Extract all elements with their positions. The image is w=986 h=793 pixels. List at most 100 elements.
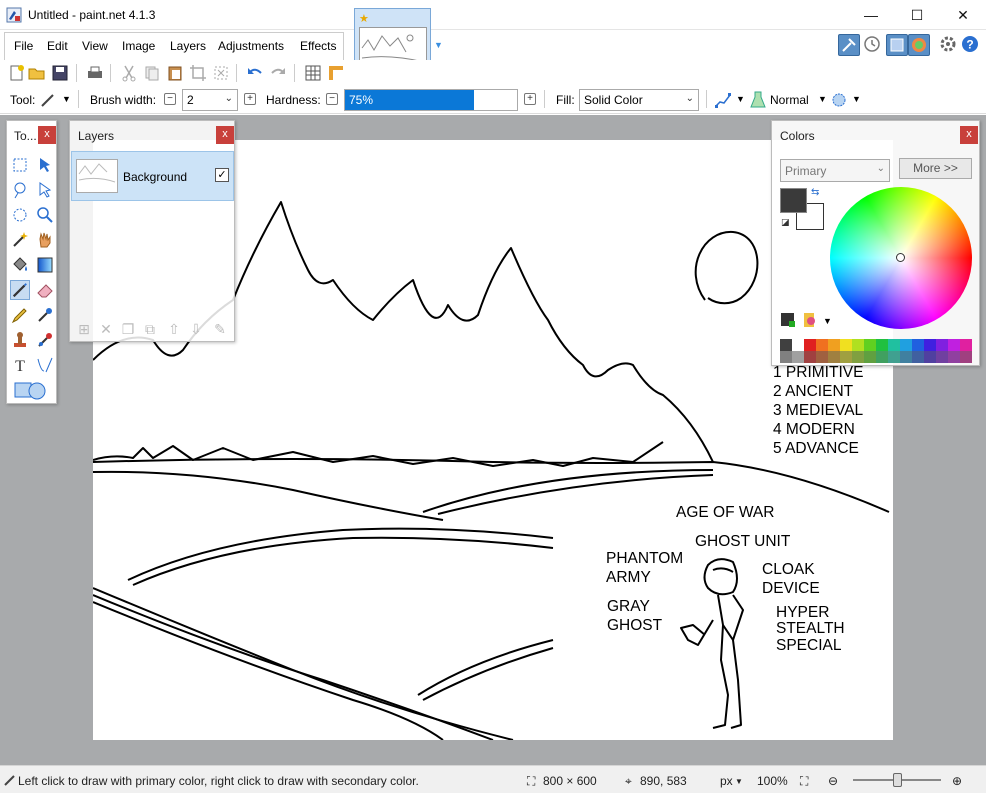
menu-image[interactable]: Image	[122, 39, 155, 53]
pencil-tool-icon[interactable]	[10, 305, 30, 325]
move-layer-up-icon[interactable]: ⇧	[166, 321, 182, 337]
merge-layer-down-icon[interactable]: ⧉	[142, 321, 158, 337]
palette-swatch[interactable]	[876, 339, 888, 351]
palette-swatch[interactable]	[888, 339, 900, 351]
palette-swatch[interactable]	[780, 351, 792, 363]
palette-swatch[interactable]	[864, 351, 876, 363]
palette-swatch[interactable]	[828, 339, 840, 351]
blend-mode-value[interactable]: Normal	[770, 93, 809, 107]
deselect-icon[interactable]	[212, 64, 230, 82]
delete-layer-icon[interactable]: ✕	[98, 321, 114, 337]
colors-panel-close-button[interactable]: x	[960, 126, 978, 144]
zoom-level-text[interactable]: 100%	[757, 774, 788, 788]
cut-icon[interactable]	[120, 64, 138, 82]
palette-swatch[interactable]	[840, 351, 852, 363]
palette-swatch[interactable]	[924, 351, 936, 363]
add-layer-icon[interactable]: ⊞	[76, 321, 92, 337]
menu-view[interactable]: View	[82, 39, 108, 53]
units-selector[interactable]: px	[720, 774, 733, 788]
palette-dropdown-icon[interactable]: ▼	[823, 316, 832, 326]
toggle-grid-icon[interactable]	[304, 64, 322, 82]
tools-window-toggle-icon[interactable]	[838, 34, 860, 56]
zoom-tool-icon[interactable]	[35, 205, 55, 225]
menu-adjustments[interactable]: Adjustments	[218, 39, 284, 53]
antialiasing-dropdown-icon[interactable]: ▼	[736, 94, 745, 104]
undo-icon[interactable]	[246, 64, 264, 82]
help-icon[interactable]: ?	[960, 34, 982, 56]
color-target-combo[interactable]: Primary ⌄	[780, 159, 890, 182]
palette-menu-icon[interactable]	[802, 312, 818, 328]
palette-swatch[interactable]	[828, 351, 840, 363]
color-palette[interactable]	[780, 339, 972, 363]
line-curve-tool-icon[interactable]	[35, 355, 55, 375]
layers-window-toggle-icon[interactable]	[886, 34, 908, 56]
palette-swatch[interactable]	[948, 339, 960, 351]
palette-swatch[interactable]	[948, 351, 960, 363]
magic-wand-tool-icon[interactable]	[10, 230, 30, 250]
paint-bucket-tool-icon[interactable]	[10, 255, 30, 275]
menu-file[interactable]: File	[14, 39, 33, 53]
brush-width-decrease-button[interactable]: −	[164, 93, 176, 105]
print-icon[interactable]	[86, 64, 104, 82]
palette-swatch[interactable]	[816, 339, 828, 351]
palette-swatch[interactable]	[912, 351, 924, 363]
history-window-toggle-icon[interactable]	[862, 34, 884, 56]
new-file-icon[interactable]	[8, 64, 26, 82]
blend-mode-icon[interactable]	[750, 91, 766, 109]
units-dropdown-icon[interactable]: ▼	[735, 777, 743, 786]
rectangle-select-tool-icon[interactable]	[10, 155, 30, 175]
hardness-slider[interactable]: 75%	[344, 89, 518, 111]
palette-swatch[interactable]	[792, 351, 804, 363]
swap-colors-icon[interactable]: ⇆	[811, 187, 819, 198]
primary-color-swatch[interactable]	[780, 188, 807, 213]
palette-swatch[interactable]	[780, 339, 792, 351]
minimize-button[interactable]: —	[848, 0, 894, 30]
palette-swatch[interactable]	[840, 339, 852, 351]
clone-stamp-tool-icon[interactable]	[10, 330, 30, 350]
menu-layers[interactable]: Layers	[170, 39, 206, 53]
maximize-button[interactable]: ☐	[894, 0, 940, 30]
document-list-dropdown-icon[interactable]: ▼	[434, 40, 443, 50]
brush-width-combo[interactable]: 2 ⌄	[182, 89, 238, 111]
tool-dropdown-arrow-icon[interactable]: ▼	[62, 94, 71, 104]
gradient-tool-icon[interactable]	[35, 255, 55, 275]
redo-icon[interactable]	[269, 64, 287, 82]
selection-mode-icon[interactable]	[830, 91, 848, 109]
reset-colors-icon[interactable]: ◪	[781, 217, 790, 228]
paintbrush-tool-button[interactable]	[10, 280, 30, 300]
pan-tool-hand-icon[interactable]	[35, 230, 55, 250]
ellipse-select-tool-icon[interactable]	[10, 205, 30, 225]
zoom-slider-thumb[interactable]	[893, 773, 902, 787]
layer-properties-icon[interactable]: ✎	[212, 321, 228, 337]
palette-swatch[interactable]	[888, 351, 900, 363]
palette-swatch[interactable]	[912, 339, 924, 351]
close-window-button[interactable]: ✕	[940, 0, 986, 30]
shapes-tool-icon[interactable]	[13, 379, 49, 401]
menu-effects[interactable]: Effects	[300, 39, 336, 53]
move-selection-tool-icon[interactable]	[35, 180, 55, 200]
zoom-in-icon[interactable]: ⊕	[952, 774, 962, 788]
settings-gear-icon[interactable]	[938, 34, 960, 56]
duplicate-layer-icon[interactable]: ❐	[120, 321, 136, 337]
hardness-decrease-button[interactable]: −	[326, 93, 338, 105]
palette-swatch[interactable]	[852, 339, 864, 351]
palette-swatch[interactable]	[876, 351, 888, 363]
palette-swatch[interactable]	[864, 339, 876, 351]
palette-swatch[interactable]	[900, 339, 912, 351]
palette-swatch[interactable]	[936, 351, 948, 363]
palette-swatch[interactable]	[936, 339, 948, 351]
move-layer-down-icon[interactable]: ⇩	[188, 321, 204, 337]
more-colors-button[interactable]: More >>	[899, 158, 972, 179]
blend-mode-dropdown-icon[interactable]: ▼	[818, 94, 827, 104]
palette-swatch[interactable]	[900, 351, 912, 363]
menu-edit[interactable]: Edit	[47, 39, 68, 53]
paste-icon[interactable]	[166, 64, 184, 82]
hardness-increase-button[interactable]: +	[524, 93, 536, 105]
color-wheel-selector[interactable]	[896, 253, 905, 262]
palette-swatch[interactable]	[960, 351, 972, 363]
brush-width-increase-button[interactable]: +	[244, 93, 256, 105]
palette-swatch[interactable]	[804, 339, 816, 351]
recolor-tool-icon[interactable]	[35, 330, 55, 350]
text-tool-icon[interactable]: T	[10, 355, 30, 375]
toggle-rulers-icon[interactable]	[327, 64, 345, 82]
